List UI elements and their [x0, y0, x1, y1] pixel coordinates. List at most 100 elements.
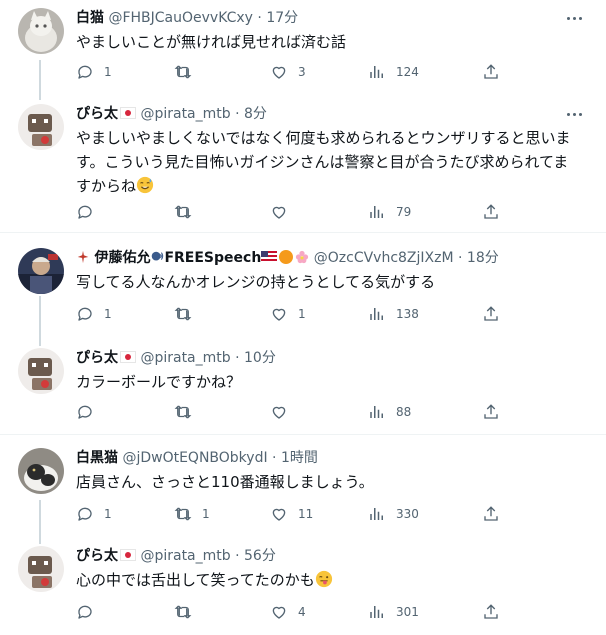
views-icon	[370, 508, 383, 520]
avatar[interactable]	[18, 104, 64, 150]
share-button[interactable]	[482, 402, 500, 422]
retweet-count: 1	[202, 507, 210, 521]
reply-button[interactable]	[76, 402, 104, 422]
like-button[interactable]: 3	[270, 62, 306, 82]
retweet-icon	[174, 65, 192, 79]
views-button[interactable]: 301	[368, 602, 419, 622]
display-name[interactable]: 白猫	[76, 10, 104, 26]
more-icon[interactable]	[564, 104, 584, 124]
share-icon	[484, 306, 498, 321]
like-button[interactable]: 4	[270, 602, 306, 622]
tweet-actions: 88	[76, 402, 516, 422]
tweet-actions: 1 1 138	[76, 304, 516, 324]
avatar[interactable]	[18, 448, 64, 494]
reply-count: 1	[104, 307, 112, 321]
tweet[interactable]: 白黒猫 @jDwOtEQNBObkydI · 1時間 店員さん、さっさと110番…	[0, 440, 606, 540]
timestamp[interactable]: 10分	[244, 350, 276, 366]
tweet[interactable]: ぴら太 @pirata_mtb · 10分 カラーボールですかね？ 88	[0, 346, 606, 432]
retweet-button[interactable]	[174, 62, 202, 82]
tweet-actions: 4 301	[76, 602, 516, 622]
timestamp[interactable]: 17分	[266, 10, 298, 26]
like-button[interactable]	[270, 202, 298, 222]
retweet-button[interactable]	[174, 202, 202, 222]
orange-circle-icon	[279, 250, 294, 264]
reply-icon	[78, 605, 92, 619]
user-handle[interactable]: @pirata_mtb	[140, 548, 230, 564]
views-button[interactable]: 88	[368, 402, 411, 422]
reply-button[interactable]	[76, 602, 104, 622]
display-name[interactable]: 伊藤佑允	[94, 250, 150, 266]
timestamp[interactable]: 18分	[467, 250, 499, 266]
more-icon[interactable]	[564, 8, 584, 28]
views-count: 79	[396, 205, 412, 219]
display-name[interactable]: ぴら太	[76, 548, 118, 564]
separator-dot: ·	[257, 10, 262, 26]
tweet-text: 写してる人なんかオレンジの持とうとしてる気がする	[76, 273, 436, 291]
share-button[interactable]	[482, 504, 500, 524]
timestamp[interactable]: 1時間	[281, 450, 318, 466]
tweet-text: カラーボールですかね？	[76, 373, 242, 391]
user-handle[interactable]: @pirata_mtb	[140, 106, 230, 122]
share-icon	[484, 404, 498, 419]
like-icon	[272, 406, 286, 419]
views-icon	[370, 66, 383, 78]
reply-timeline: 白猫 @FHBJCauOevvKCxy · 17分 やましいことが無ければ見せれ…	[0, 0, 606, 635]
display-name[interactable]: 白黒猫	[76, 450, 118, 466]
user-handle[interactable]: @pirata_mtb	[140, 350, 230, 366]
speaking-head-icon	[152, 251, 164, 261]
views-button[interactable]: 330	[368, 504, 419, 524]
display-name-suffix[interactable]: FREESpeech	[164, 250, 261, 266]
share-button[interactable]	[482, 62, 500, 82]
divider	[0, 434, 606, 435]
tweet-text-line: すからね	[76, 174, 586, 198]
reply-button[interactable]	[76, 202, 104, 222]
user-handle[interactable]: @FHBJCauOevvKCxy	[108, 10, 253, 26]
avatar[interactable]	[18, 8, 64, 54]
views-button[interactable]: 138	[368, 304, 419, 324]
views-button[interactable]: 124	[368, 62, 419, 82]
avatar[interactable]	[18, 348, 64, 394]
like-count: 11	[298, 507, 314, 521]
tweet[interactable]: ぴら太 @pirata_mtb · 56分 心の中では舌出して笑ってたのかも 4	[0, 544, 606, 635]
tweet-header: 白黒猫 @jDwOtEQNBObkydI · 1時間	[76, 448, 318, 468]
user-handle[interactable]: @OzcCVvhc8ZjIXzM	[314, 250, 454, 266]
timestamp[interactable]: 8分	[244, 106, 267, 122]
user-handle[interactable]: @jDwOtEQNBObkydI	[122, 450, 267, 466]
like-button[interactable]: 11	[270, 504, 313, 524]
tweet-text: やましいことが無ければ見せれば済む話	[76, 33, 347, 51]
retweet-button[interactable]	[174, 602, 202, 622]
like-button[interactable]: 1	[270, 304, 306, 324]
like-count: 3	[298, 65, 306, 79]
views-button[interactable]: 79	[368, 202, 411, 222]
avatar[interactable]	[18, 248, 64, 294]
separator-dot: ·	[458, 250, 463, 266]
us-flag-icon	[261, 251, 278, 263]
retweet-icon	[174, 605, 192, 619]
retweet-button[interactable]	[174, 304, 202, 324]
display-name[interactable]: ぴら太	[76, 106, 118, 122]
views-count: 88	[396, 405, 412, 419]
reply-icon	[78, 307, 92, 321]
reply-button[interactable]: 1	[76, 504, 112, 524]
share-button[interactable]	[482, 602, 500, 622]
share-button[interactable]	[482, 202, 500, 222]
avatar[interactable]	[18, 546, 64, 592]
reply-button[interactable]: 1	[76, 62, 112, 82]
tweet[interactable]: 白猫 @FHBJCauOevvKCxy · 17分 やましいことが無ければ見せれ…	[0, 0, 606, 100]
display-name[interactable]: ぴら太	[76, 350, 118, 366]
like-button[interactable]	[270, 402, 298, 422]
tweet[interactable]: ぴら太 @pirata_mtb · 8分 やましいやましくないではなく何度も求め…	[0, 100, 606, 230]
reply-icon	[78, 205, 92, 219]
reply-button[interactable]: 1	[76, 304, 112, 324]
timestamp[interactable]: 56分	[244, 548, 276, 564]
like-icon	[272, 606, 286, 619]
tweet-text-line: す。こういう見た目怖いガイジンさんは警察と目が合うたび求められてま	[76, 153, 569, 171]
tweet-text: やましいやましくないではなく何度も求められるとウンザリすると思いま す。こういう…	[76, 126, 586, 198]
retweet-icon	[174, 205, 192, 219]
share-button[interactable]	[482, 304, 500, 324]
retweet-button[interactable]: 1	[174, 504, 210, 524]
tweet-actions: 1 3 124	[76, 62, 516, 82]
retweet-button[interactable]	[174, 402, 202, 422]
japan-flag-icon	[120, 549, 136, 561]
tweet[interactable]: 伊藤佑允 FREESpeech @OzcCVvhc8ZjIXzM · 18分 写し…	[0, 240, 606, 340]
